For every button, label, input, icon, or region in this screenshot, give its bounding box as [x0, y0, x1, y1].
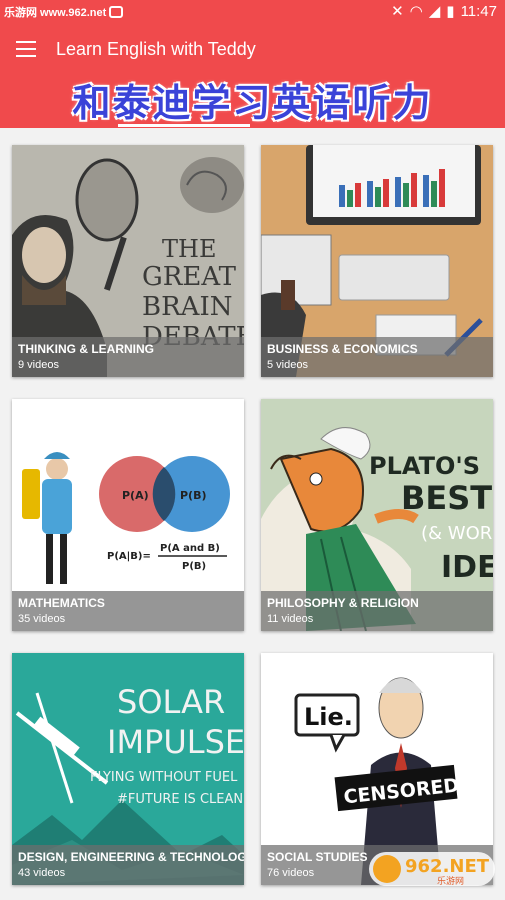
app-bar: Learn English with Teddy 和泰迪学习英语听力: [0, 24, 505, 128]
art-text-lie: Lie.: [304, 703, 353, 731]
watermark-logo: 962.NET 乐游网: [369, 852, 495, 887]
app-title: Learn English with Teddy: [56, 39, 256, 59]
category-video-count: 35 videos: [18, 613, 66, 625]
category-card-mathematics[interactable]: P(A) P(B) P(A|B)= P(A and B) P(B) MATHEM…: [12, 399, 244, 631]
art-text-formula-bottom: P(B): [182, 561, 206, 572]
art-text-and-worst: (& WOR: [421, 523, 492, 544]
category-video-count: 11 videos: [267, 613, 314, 625]
category-video-count: 5 videos: [267, 359, 308, 371]
category-caption: MATHEMATICS 35 videos: [12, 591, 244, 631]
category-name: THINKING & LEARNING: [18, 342, 154, 356]
category-grid: THE GREAT BRAIN DEBATE THINKING & LEARNI…: [0, 128, 505, 900]
wifi-icon: ◠: [409, 3, 423, 20]
watermark-sub: 乐游网: [437, 875, 464, 887]
art-text-impulse: IMPULSE: [107, 723, 244, 761]
menu-icon[interactable]: [16, 41, 36, 57]
tab-indicator: [118, 124, 250, 127]
category-name: PHILOSOPHY & RELIGION: [267, 596, 419, 610]
category-card-design-engineering-technology[interactable]: SOLAR IMPULSE FLYING WITHOUT FUEL #FUTUR…: [12, 653, 244, 885]
category-caption: THINKING & LEARNING 9 videos: [12, 337, 244, 377]
status-site-label: 乐游网 www.962.net: [4, 4, 124, 20]
status-bar: 乐游网 www.962.net ✕ ◠ ◢ ▮ 11:47: [0, 0, 505, 24]
clock: 11:47: [460, 2, 497, 20]
category-card-business-economics[interactable]: BUSINESS & ECONOMICS 5 videos: [261, 145, 493, 377]
art-text-future: #FUTURE IS CLEAN: [117, 792, 243, 807]
art-text-flying: FLYING WITHOUT FUEL: [90, 770, 238, 785]
mute-icon: ✕: [391, 3, 404, 20]
category-card-thinking-learning[interactable]: THE GREAT BRAIN DEBATE THINKING & LEARNI…: [12, 145, 244, 377]
art-text-platos: PLATO'S: [369, 452, 480, 480]
art-text-brain: BRAIN: [142, 292, 232, 322]
category-video-count: 9 videos: [18, 359, 59, 371]
art-text-ideas: IDE: [441, 550, 493, 585]
category-name: BUSINESS & ECONOMICS: [267, 342, 418, 356]
category-caption: PHILOSOPHY & RELIGION 11 videos: [261, 591, 493, 631]
art-text-great: GREAT: [142, 262, 237, 292]
watermark-brand: 962.NET: [405, 856, 490, 877]
battery-icon: ▮: [446, 3, 455, 20]
status-site-text: 乐游网 www.962.net: [4, 7, 107, 19]
art-text-formula-left: P(A|B)=: [107, 551, 151, 562]
overlay-banner-text: 和泰迪学习英语听力: [72, 81, 433, 125]
art-text-pa: P(A): [122, 489, 149, 502]
status-icons: ✕ ◠ ◢ ▮ 11:47: [391, 2, 497, 21]
signal-icon: ◢: [428, 3, 441, 20]
art-text-solar: SOLAR: [117, 683, 225, 721]
category-card-philosophy-religion[interactable]: PLATO'S BEST (& WOR IDE PHILOSOPHY & REL…: [261, 399, 493, 631]
art-text-formula-top: P(A and B): [160, 543, 220, 554]
art-text-the: THE: [162, 235, 216, 263]
category-name: DESIGN, ENGINEERING & TECHNOLOGY: [18, 850, 244, 864]
category-caption: DESIGN, ENGINEERING & TECHNOLOGY 43 vide…: [12, 845, 244, 885]
category-name: MATHEMATICS: [18, 596, 105, 610]
category-caption: BUSINESS & ECONOMICS 5 videos: [261, 337, 493, 377]
art-text-best: BEST: [401, 479, 492, 517]
category-video-count: 43 videos: [18, 867, 66, 879]
notification-icon: [109, 6, 124, 18]
art-text-pb: P(B): [180, 489, 207, 502]
